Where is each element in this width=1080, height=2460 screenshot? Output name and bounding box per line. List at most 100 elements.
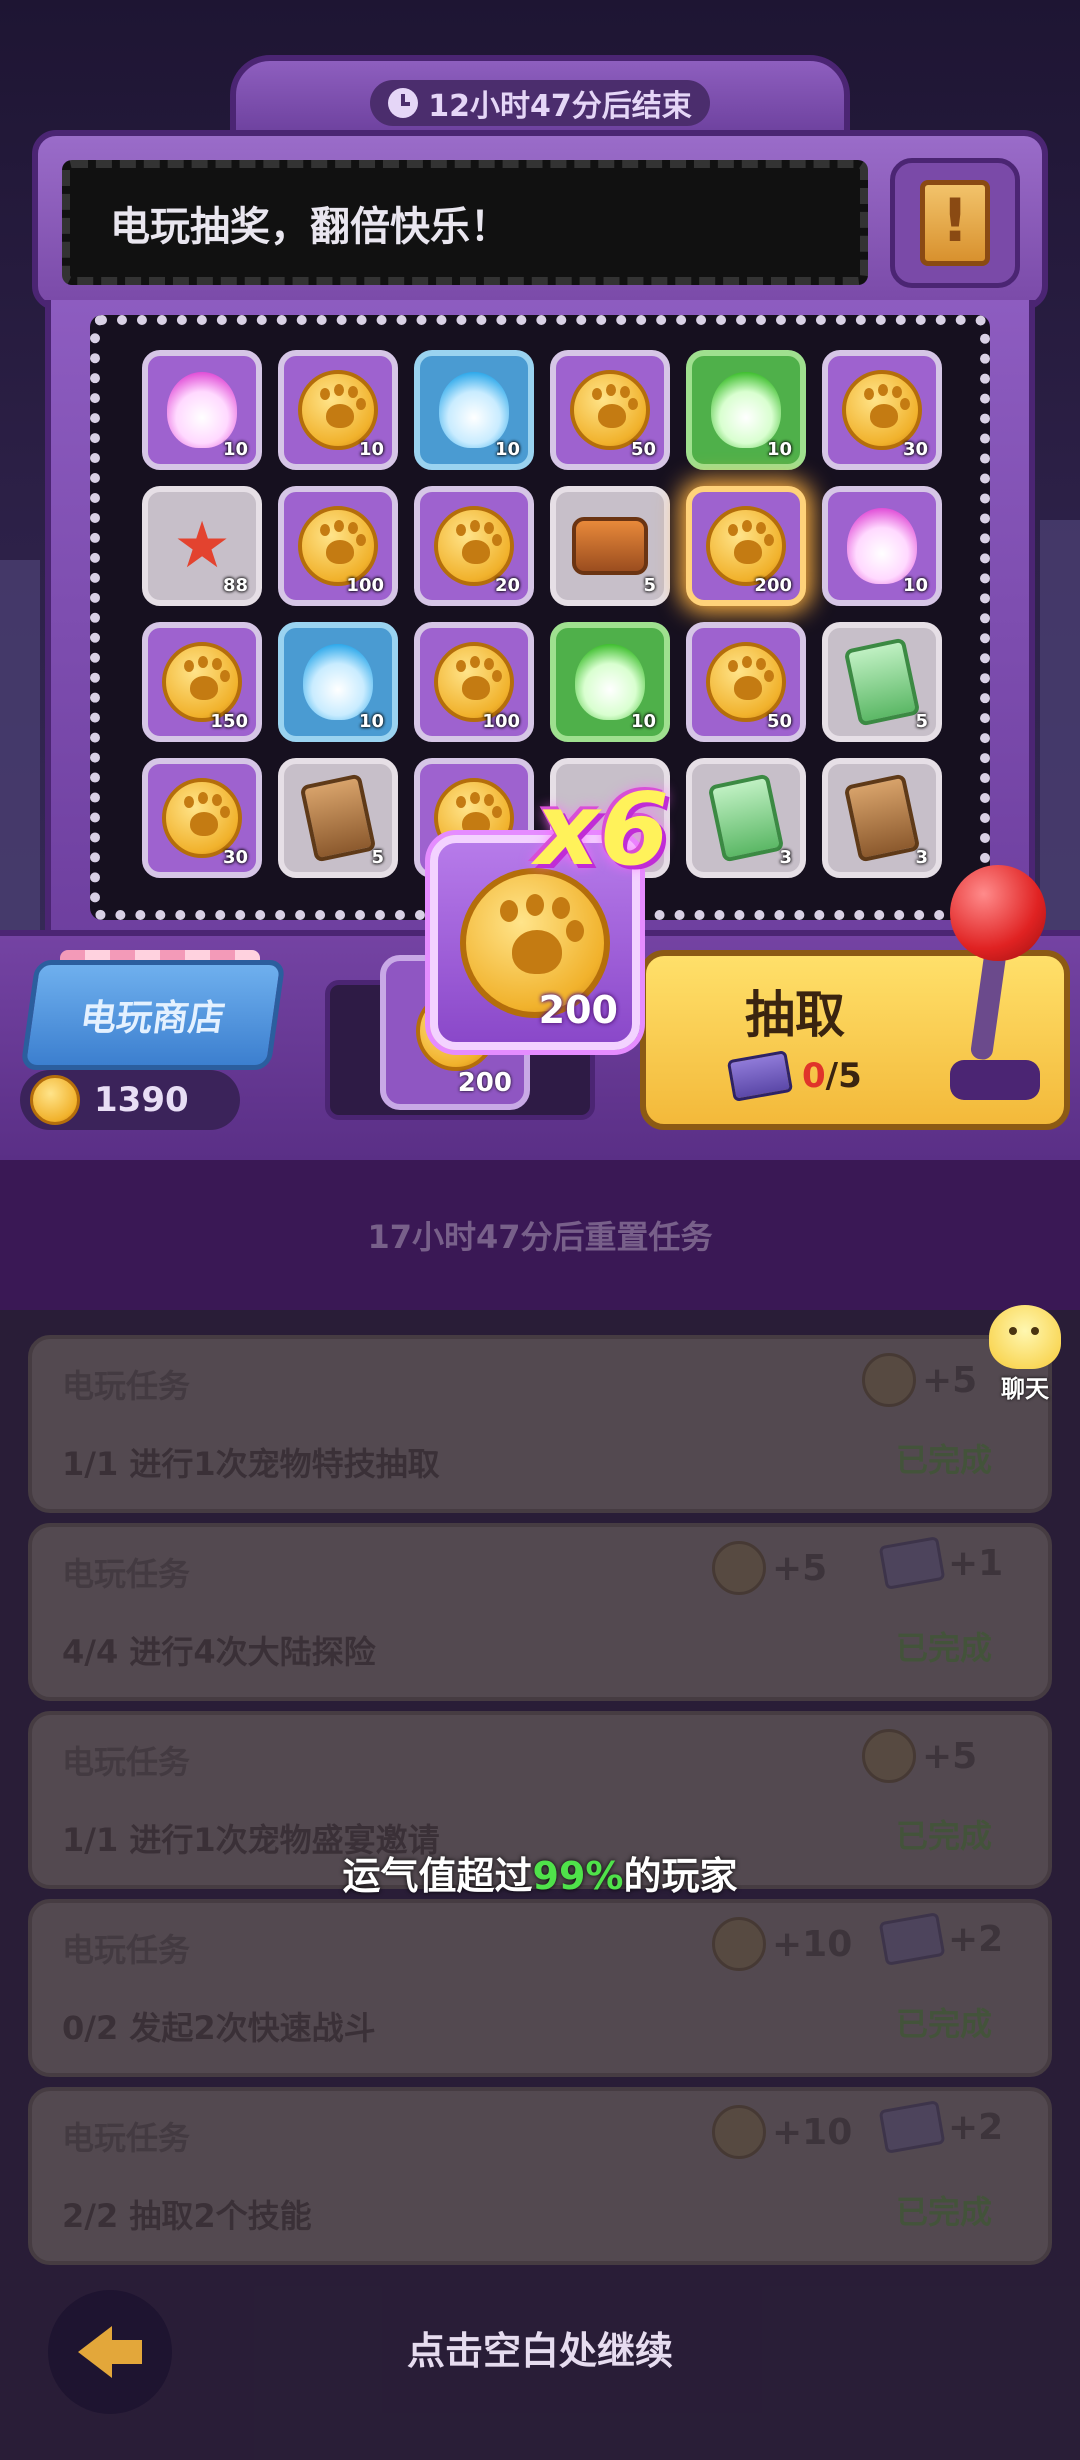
prize-qty: 10	[630, 711, 656, 732]
prize-cell: 10	[278, 622, 398, 742]
prize-cell: 10	[550, 622, 670, 742]
prize-qty: 30	[902, 439, 928, 460]
luck-message: 运气值超过99%的玩家	[0, 1845, 1080, 1905]
prize-qty: 100	[482, 711, 520, 732]
event-timer: 12小时47分后结束	[370, 80, 710, 126]
prize-cell: 10	[414, 350, 534, 470]
prize-cell: 3	[686, 758, 806, 878]
reward-multiplier: x6	[535, 771, 670, 888]
event-timer-text: 12小时47分后结束	[428, 89, 692, 124]
draw-button[interactable]	[640, 950, 1070, 1130]
coin-icon	[162, 642, 242, 722]
reward-qty: 200	[538, 988, 618, 1032]
prize-cell: 30	[822, 350, 942, 470]
green-ticket-icon	[707, 773, 785, 863]
blue-paw-icon	[439, 372, 509, 448]
arcade-shop-label: 电玩商店	[77, 998, 228, 1039]
prize-cell: 30	[142, 758, 262, 878]
prize-cell: 3	[822, 758, 942, 878]
prize-cell: 5	[822, 622, 942, 742]
scroll-info-icon: !	[920, 180, 990, 266]
draw-label: 抽取	[745, 986, 845, 1044]
chat-label: 聊天	[1001, 1375, 1049, 1403]
prize-qty: 5	[915, 711, 928, 732]
prize-qty: 200	[754, 575, 792, 596]
draw-used-count: 0	[802, 1056, 826, 1096]
prize-qty: 10	[222, 439, 248, 460]
green-ticket-icon	[843, 637, 921, 727]
brown-ticket-icon	[843, 773, 921, 863]
prize-qty: 3	[915, 847, 928, 868]
prize-qty: 10	[494, 439, 520, 460]
prize-qty: 10	[902, 575, 928, 596]
coin-icon	[706, 506, 786, 586]
prize-qty: 150	[210, 711, 248, 732]
luck-prefix: 运气值超过	[342, 1854, 533, 1898]
pink-paw-icon	[167, 372, 237, 448]
clock-icon	[388, 88, 419, 118]
chat-button[interactable]: 聊天	[970, 1305, 1080, 1405]
prize-qty: 10	[358, 711, 384, 732]
slot-prize-qty: 200	[457, 1068, 512, 1098]
food-box-icon	[572, 517, 648, 575]
ticket-icon	[726, 1050, 794, 1102]
dim-overlay[interactable]	[0, 1160, 1080, 2460]
prize-qty: 10	[766, 439, 792, 460]
coin-icon	[434, 506, 514, 586]
marquee-display: 电玩抽奖，翻倍快乐！	[62, 160, 868, 285]
bg-building	[0, 560, 40, 940]
luck-percent: 99%	[532, 1854, 624, 1898]
starfish-icon: ★	[173, 509, 231, 583]
prize-cell: ★ 88	[142, 486, 262, 606]
green-paw-icon	[575, 644, 645, 720]
bg-building	[1040, 520, 1080, 940]
coin-balance: 1390	[20, 1070, 240, 1130]
marquee-text: 电玩抽奖，翻倍快乐！	[110, 203, 510, 250]
prize-qty: 20	[494, 575, 520, 596]
coin-icon	[570, 370, 650, 450]
prize-qty: 50	[630, 439, 656, 460]
coin-icon	[30, 1075, 80, 1125]
pink-paw-icon	[847, 508, 917, 584]
luck-suffix: 的玩家	[623, 1854, 738, 1898]
arcade-shop-button[interactable]: 电玩商店	[20, 960, 286, 1070]
prize-qty: 5	[371, 847, 384, 868]
prize-cell: 50	[550, 350, 670, 470]
prize-cell: 10	[142, 350, 262, 470]
prize-qty: 5	[643, 575, 656, 596]
coin-icon	[434, 642, 514, 722]
prize-qty: 100	[346, 575, 384, 596]
prize-cell: 20	[414, 486, 534, 606]
prize-qty: 10	[358, 439, 384, 460]
prize-cell: 5	[278, 758, 398, 878]
coin-balance-value: 1390	[94, 1080, 189, 1120]
draw-total-count: /5	[825, 1056, 862, 1096]
chat-bubble-icon	[989, 1305, 1061, 1369]
prize-qty: 30	[222, 847, 248, 868]
prize-cell: 100	[414, 622, 534, 742]
brown-ticket-icon	[299, 773, 377, 863]
prize-qty: 50	[766, 711, 792, 732]
prize-qty: 3	[779, 847, 792, 868]
info-button[interactable]: !	[890, 158, 1020, 288]
coin-icon	[162, 778, 242, 858]
prize-cell: 5	[550, 486, 670, 606]
coin-icon	[298, 506, 378, 586]
prize-cell: 100	[278, 486, 398, 606]
prize-cell: 150	[142, 622, 262, 742]
blue-paw-icon	[303, 644, 373, 720]
coin-icon	[298, 370, 378, 450]
prize-cell: 10	[822, 486, 942, 606]
green-paw-icon	[711, 372, 781, 448]
prize-cell: 10	[278, 350, 398, 470]
coin-icon	[706, 642, 786, 722]
joystick-lever[interactable]	[950, 865, 1046, 961]
prize-cell: 50	[686, 622, 806, 742]
tap-to-continue[interactable]: 点击空白处继续	[0, 2320, 1080, 2380]
joystick-base	[950, 1060, 1040, 1100]
coin-icon	[842, 370, 922, 450]
prize-cell: 10	[686, 350, 806, 470]
prize-qty: 88	[222, 575, 248, 596]
draw-cost: 0/5	[726, 1050, 910, 1102]
prize-cell: 200	[686, 486, 806, 606]
